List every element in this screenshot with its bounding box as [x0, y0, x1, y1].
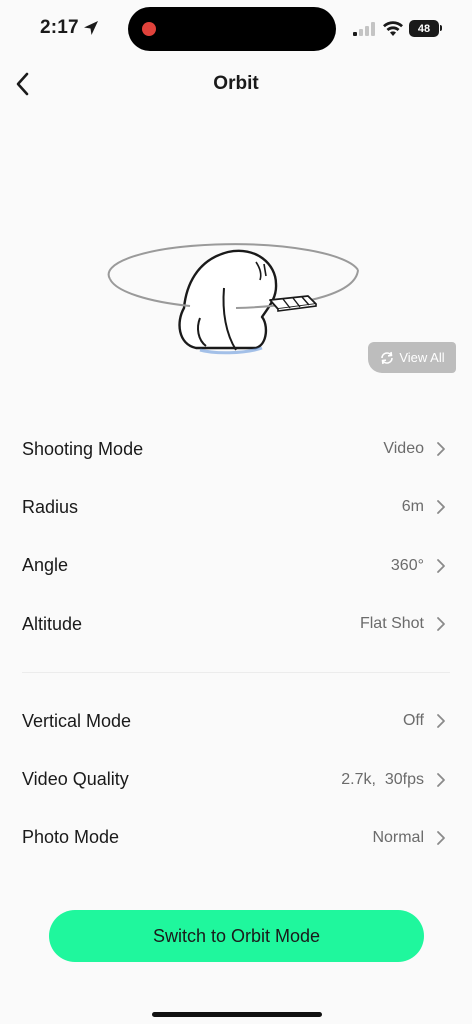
subject-figure — [178, 249, 278, 355]
setting-label: Angle — [22, 555, 69, 576]
home-indicator[interactable] — [152, 1012, 322, 1017]
rotate-icon — [381, 351, 394, 364]
setting-row-video-quality[interactable]: Video Quality 2.7k, 30fps — [0, 750, 472, 808]
setting-value: Video — [383, 440, 424, 458]
settings-list: Shooting Mode Video Radius 6m Angle 360°… — [0, 420, 472, 867]
setting-row-shooting-mode[interactable]: Shooting Mode Video — [0, 420, 472, 478]
setting-row-radius[interactable]: Radius 6m — [0, 478, 472, 536]
view-all-button[interactable]: View All — [368, 342, 456, 373]
switch-to-orbit-mode-button[interactable]: Switch to Orbit Mode — [49, 910, 424, 962]
setting-row-altitude[interactable]: Altitude Flat Shot — [0, 595, 472, 653]
primary-button-label: Switch to Orbit Mode — [152, 925, 321, 946]
chevron-right-icon — [437, 831, 445, 845]
setting-value: 6m — [401, 498, 424, 516]
setting-label: Shooting Mode — [22, 438, 144, 459]
navigation-bar: Orbit — [0, 58, 472, 112]
setting-row-angle[interactable]: Angle 360° — [0, 537, 472, 595]
setting-label: Photo Mode — [22, 827, 120, 848]
wifi-icon — [383, 21, 403, 36]
setting-value: Off — [402, 712, 424, 730]
status-time: 2:17 — [40, 17, 79, 38]
page-title: Orbit — [213, 73, 259, 94]
chevron-right-icon — [437, 714, 445, 729]
orbit-settings-screen: 2:17 48 Orbit View All Shooting Mode Vid… — [0, 0, 472, 1024]
chevron-right-icon — [437, 442, 445, 457]
chevron-right-icon — [437, 772, 445, 787]
setting-row-vertical-mode[interactable]: Vertical Mode Off — [0, 692, 472, 750]
recording-indicator-icon — [142, 22, 156, 36]
setting-row-photo-mode[interactable]: Photo Mode Normal — [0, 809, 472, 867]
setting-label: Altitude — [22, 613, 83, 634]
battery-tip — [440, 25, 442, 31]
battery-indicator: 48 — [409, 20, 439, 37]
setting-value: Flat Shot — [359, 615, 424, 633]
battery-level: 48 — [417, 22, 431, 35]
setting-label: Video Quality — [22, 769, 129, 790]
location-arrow-icon — [84, 21, 98, 35]
chevron-right-icon — [437, 500, 445, 515]
chevron-right-icon — [437, 558, 445, 573]
orbit-illustration-area: View All — [0, 112, 472, 412]
setting-value: 2.7k, 30fps — [341, 770, 424, 788]
cellular-signal-icon — [353, 22, 375, 36]
chevron-right-icon — [437, 617, 445, 631]
setting-label: Vertical Mode — [22, 710, 132, 731]
status-bar: 2:17 48 — [0, 0, 472, 58]
setting-value: 360° — [390, 556, 424, 574]
section-divider — [22, 672, 450, 674]
setting-label: Radius — [22, 496, 79, 517]
setting-value: Normal — [372, 828, 424, 846]
drone-icon — [269, 295, 317, 312]
dynamic-island — [128, 7, 336, 51]
view-all-label: View All — [399, 350, 445, 365]
